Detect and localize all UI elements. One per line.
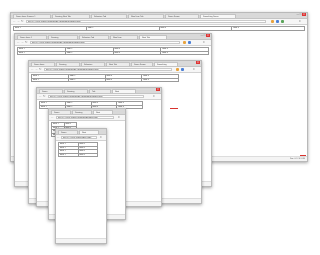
reload-icon[interactable]: ↻ [39, 67, 42, 72]
forward-icon[interactable]: → [21, 40, 24, 45]
extension-icon[interactable] [183, 41, 186, 44]
table-cell: Item 1 [58, 152, 79, 157]
table-cell: Item 1 [17, 50, 66, 55]
back-icon[interactable]: ← [13, 19, 16, 24]
menu-icon[interactable]: ≡ [153, 94, 155, 99]
back-icon[interactable]: ← [39, 94, 42, 99]
table-cell: Item 3 [104, 77, 143, 82]
extension-icon[interactable] [271, 20, 274, 23]
window-controls: ✕ [155, 88, 160, 92]
tab-1[interactable]: Demo [58, 130, 78, 134]
menu-icon[interactable]: ≡ [193, 67, 195, 72]
table-cell: Item 1 [31, 77, 69, 82]
tab-5[interactable]: Demo Frame [131, 62, 153, 66]
accent-line [300, 155, 306, 156]
page-content: Item 1Item 2 Item 1Item 2 Item 1Item 2 I… [56, 141, 106, 239]
tab-1[interactable]: Demo Inner 1 [17, 35, 47, 39]
tab-2[interactable]: Next [79, 130, 99, 134]
menu-icon[interactable]: ≡ [118, 115, 120, 120]
tab-3[interactable]: Next [93, 110, 113, 114]
tab-3[interactable]: Tab [89, 89, 111, 93]
tab-1[interactable]: Demo Inner Frames 1 [13, 14, 51, 18]
tab-1[interactable]: Demo Inner [31, 62, 55, 66]
table-cell: Item 2 [85, 26, 160, 31]
tab-3[interactable]: Selenium [81, 62, 105, 66]
extension-icon[interactable] [188, 41, 191, 44]
table-row: Item 1Item 2 [58, 152, 98, 157]
window-controls: — □ ✕ [200, 34, 210, 38]
back-icon[interactable]: ← [51, 115, 54, 120]
tab-3[interactable]: Selenium Tab [79, 35, 109, 39]
minimize-icon[interactable]: — [296, 13, 299, 16]
window-controls: ✕ [195, 61, 200, 65]
tab-3[interactable]: Selenium Tab [91, 14, 127, 18]
tab-4[interactable]: Nine Item [110, 35, 138, 39]
forward-icon[interactable]: → [17, 19, 20, 24]
accent-line [170, 108, 178, 109]
address-bar[interactable]: file:///C:/Dev/Tools/Lookahead/Programme… [26, 20, 266, 23]
close-icon[interactable]: ✕ [195, 61, 200, 64]
tab-4[interactable]: Nine Item Tab [128, 14, 164, 18]
window-controls: — □ ✕ [296, 13, 306, 17]
tab-5[interactable]: Demo Frame [165, 14, 199, 18]
table-cell: Item 4 [141, 77, 179, 82]
address-bar[interactable]: file:///C:/Dev/Tools/Lookahead/index.htm… [56, 116, 114, 119]
data-table: Item 1 Item 2 Item 3 Item 4 [13, 26, 305, 31]
reload-icon[interactable]: ↻ [21, 19, 24, 24]
extension-icon[interactable] [176, 68, 179, 71]
menu-icon[interactable]: ≡ [299, 19, 301, 24]
table-row: Item 1 Item 2 Item 3 Item 4 [31, 77, 179, 82]
back-icon[interactable]: ← [31, 67, 34, 72]
table-cell: Item 2 [64, 50, 114, 55]
data-table: Item 1 Item 2 Item 3 Item 4 Item 1 Item … [31, 74, 179, 82]
table-cell: Item 4 [160, 50, 209, 55]
table-cell: Item 4 [231, 26, 305, 31]
tab-2[interactable]: Drawing [64, 89, 88, 93]
address-bar[interactable]: file:///C:/Dev/Tools/Lookahead/Programme… [48, 95, 144, 98]
tab-2[interactable]: Drawing [48, 35, 78, 39]
table-cell: Item 3 [112, 50, 162, 55]
table-cell: Item 2 [67, 77, 106, 82]
reload-icon[interactable]: ↻ [25, 40, 28, 45]
address-bar[interactable]: file:///C:/Dev/Tools/Lookahead/Programme… [44, 68, 172, 71]
data-table: Item 1 Item 2 Item 3 Item 4 Item 1 Item … [17, 47, 209, 55]
extension-icon[interactable] [276, 20, 279, 23]
tab-4[interactable]: Next [112, 89, 136, 93]
browser-window-6: Demo Next ← file:///C:/Dev/Tools/index.h… [55, 128, 107, 244]
minimize-icon[interactable]: — [200, 34, 203, 37]
table-cell: Item 3 [158, 26, 233, 31]
forward-icon[interactable]: → [35, 67, 38, 72]
address-bar[interactable]: file:///C:/Dev/Tools/Lookahead/Programme… [30, 41, 180, 44]
maximize-icon[interactable]: □ [204, 34, 206, 37]
status-text: Doc: 0.3 / 0.9 KB [289, 158, 305, 160]
table-cell: Item 2 [77, 152, 98, 157]
tab-2[interactable]: Drawing Next Tab [52, 14, 90, 18]
tab-1[interactable]: Demo [51, 110, 71, 114]
tab-2[interactable]: Drawing [56, 62, 80, 66]
back-icon[interactable]: ← [57, 135, 60, 140]
tab-6[interactable]: Something [154, 62, 178, 66]
tab-6[interactable]: Something Demo [200, 14, 236, 18]
table-cell: Item 1 [13, 26, 87, 31]
table-row: Item 1 Item 2 Item 3 Item 4 [13, 26, 305, 31]
maximize-icon[interactable]: □ [300, 13, 302, 16]
extension-icon[interactable] [181, 68, 184, 71]
close-icon[interactable]: ✕ [205, 34, 210, 37]
tab-1[interactable]: Demo [39, 89, 63, 93]
close-icon[interactable]: ✕ [155, 88, 160, 91]
extension-icon[interactable] [281, 20, 284, 23]
data-table: Item 1Item 2 Item 1Item 2 Item 1Item 2 I… [58, 142, 98, 157]
tab-2[interactable]: Drawing [72, 110, 92, 114]
close-icon[interactable]: ✕ [301, 13, 306, 16]
back-icon[interactable]: ← [17, 40, 20, 45]
reload-icon[interactable]: ↻ [43, 94, 46, 99]
address-bar[interactable]: file:///C:/Dev/Tools/index.html [61, 136, 97, 139]
menu-icon[interactable]: ≡ [203, 40, 205, 45]
status-bar [56, 238, 106, 243]
tab-4[interactable]: Next Tab [106, 62, 130, 66]
menu-icon[interactable]: ≡ [100, 135, 102, 140]
table-row: Item 1 Item 2 Item 3 Item 4 [17, 50, 209, 55]
tab-5[interactable]: Next Tab [139, 35, 167, 39]
